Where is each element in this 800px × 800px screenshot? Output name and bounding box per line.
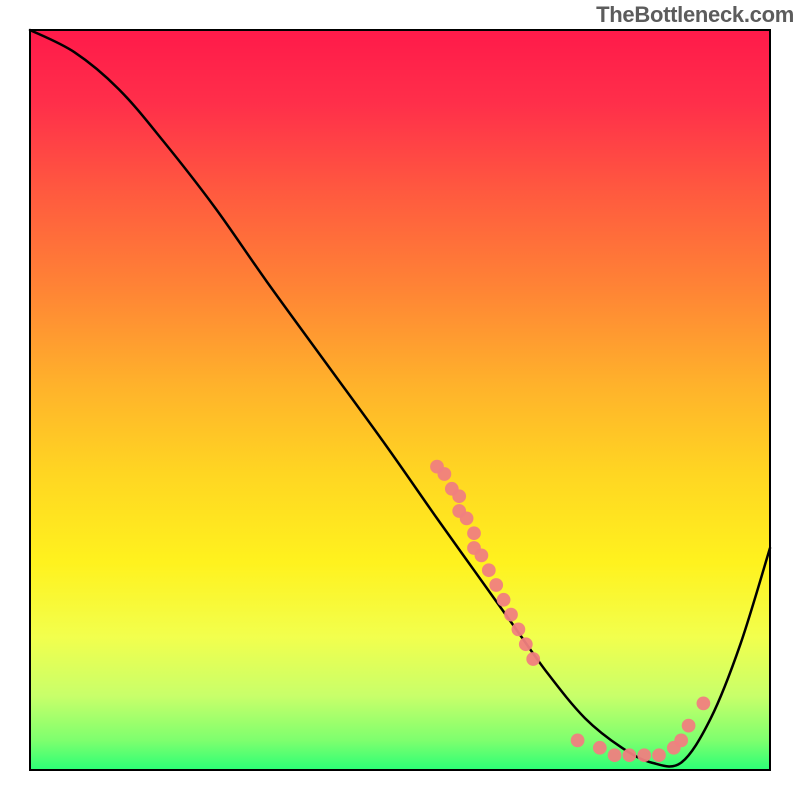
chart-container: { "watermark": "TheBottleneck.com", "gra… (0, 0, 800, 800)
data-point (512, 623, 526, 637)
data-point (438, 467, 452, 481)
data-point (623, 748, 637, 762)
data-point (482, 563, 496, 577)
data-point (571, 734, 585, 748)
data-point (504, 608, 518, 622)
data-point (637, 748, 651, 762)
data-point (452, 489, 466, 503)
data-point (652, 748, 666, 762)
bottleneck-chart (0, 0, 800, 800)
data-point (593, 741, 607, 755)
data-point (674, 734, 688, 748)
gradient-background (30, 30, 770, 770)
data-point (489, 578, 503, 592)
data-point (475, 549, 489, 563)
data-point (682, 719, 696, 733)
watermark-label: TheBottleneck.com (596, 2, 794, 28)
data-point (608, 748, 622, 762)
data-point (697, 697, 711, 711)
data-point (460, 512, 474, 526)
data-point (526, 652, 540, 666)
data-point (519, 637, 533, 651)
data-point (467, 526, 481, 540)
data-point (497, 593, 511, 607)
